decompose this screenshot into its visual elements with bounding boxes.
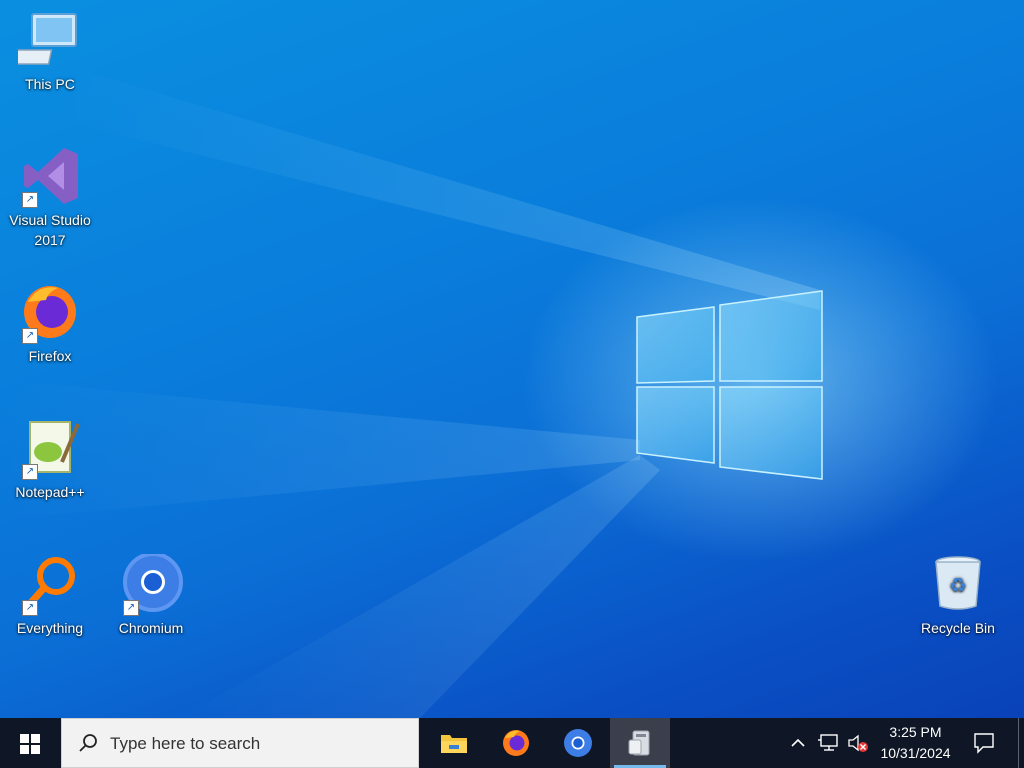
action-center-button[interactable] bbox=[966, 718, 1002, 768]
network-tray-button[interactable] bbox=[814, 718, 842, 768]
windows-start-icon bbox=[20, 734, 40, 754]
clock-date: 10/31/2024 bbox=[880, 745, 951, 761]
shortcut-arrow-icon: ↗ bbox=[22, 192, 38, 208]
show-desktop-button[interactable] bbox=[1018, 718, 1024, 768]
search-placeholder: Type here to search bbox=[110, 734, 261, 753]
desktop-icon-label: Visual Studio 2017 bbox=[9, 212, 91, 248]
volume-muted-icon bbox=[848, 734, 868, 752]
search-icon bbox=[79, 734, 97, 752]
desktop-icon-notepadpp[interactable]: ↗ Notepad++ bbox=[3, 418, 97, 502]
everything-search-icon: ↗ bbox=[18, 554, 82, 618]
shortcut-arrow-icon: ↗ bbox=[22, 464, 38, 480]
taskbar: Type here to search 3:25 PM 10/31/2024 bbox=[0, 718, 1024, 768]
desktop-icon-everything[interactable]: ↗ Everything bbox=[3, 554, 97, 638]
desktop[interactable]: This PC ↗ Visual Studio 2017 ↗ Firefox ↗… bbox=[0, 0, 1024, 718]
taskbar-app-installer[interactable] bbox=[610, 718, 670, 768]
volume-tray-button[interactable] bbox=[844, 718, 870, 768]
chromium-icon: ↗ bbox=[119, 552, 183, 618]
desktop-icon-label: Firefox bbox=[28, 348, 72, 364]
desktop-icon-chromium[interactable]: ↗ Chromium bbox=[104, 552, 198, 638]
taskbar-app-file-explorer[interactable] bbox=[424, 718, 484, 768]
windows-logo-wallpaper bbox=[636, 290, 823, 480]
desktop-icon-visual-studio[interactable]: ↗ Visual Studio 2017 bbox=[3, 146, 97, 250]
visual-studio-icon: ↗ bbox=[18, 146, 82, 210]
desktop-icon-label: Recycle Bin bbox=[921, 620, 995, 636]
taskbar-search-box[interactable]: Type here to search bbox=[61, 718, 419, 768]
chevron-up-icon bbox=[791, 738, 805, 747]
shortcut-arrow-icon: ↗ bbox=[123, 600, 139, 616]
desktop-icon-this-pc[interactable]: This PC bbox=[3, 10, 97, 94]
notepadpp-icon: ↗ bbox=[18, 418, 82, 482]
start-button[interactable] bbox=[0, 718, 60, 768]
taskbar-app-chromium[interactable] bbox=[548, 718, 608, 768]
desktop-icon-recycle-bin[interactable]: ♻ Recycle Bin bbox=[911, 554, 1005, 638]
desktop-icon-label: This PC bbox=[25, 76, 75, 92]
shortcut-arrow-icon: ↗ bbox=[22, 328, 38, 344]
taskbar-clock[interactable]: 3:25 PM 10/31/2024 bbox=[868, 722, 963, 764]
taskbar-app-firefox[interactable] bbox=[486, 718, 546, 768]
installer-icon bbox=[628, 730, 650, 756]
desktop-icon-firefox[interactable]: ↗ Firefox bbox=[3, 282, 97, 366]
desktop-icon-label: Notepad++ bbox=[15, 484, 85, 500]
svg-text:♻: ♻ bbox=[949, 573, 967, 597]
desktop-icon-label: Everything bbox=[16, 620, 84, 636]
chromium-icon bbox=[564, 729, 592, 757]
file-explorer-icon bbox=[441, 735, 467, 753]
network-icon bbox=[818, 734, 838, 751]
shortcut-arrow-icon: ↗ bbox=[22, 600, 38, 616]
desktop-icon-label: Chromium bbox=[118, 620, 184, 636]
notification-icon bbox=[974, 733, 994, 754]
firefox-icon: ↗ bbox=[18, 282, 82, 346]
clock-time: 3:25 PM bbox=[889, 724, 942, 740]
computer-icon bbox=[13, 10, 82, 74]
recycle-bin-icon: ♻ bbox=[926, 554, 990, 618]
firefox-icon bbox=[503, 730, 529, 756]
show-hidden-icons-button[interactable] bbox=[786, 718, 810, 768]
